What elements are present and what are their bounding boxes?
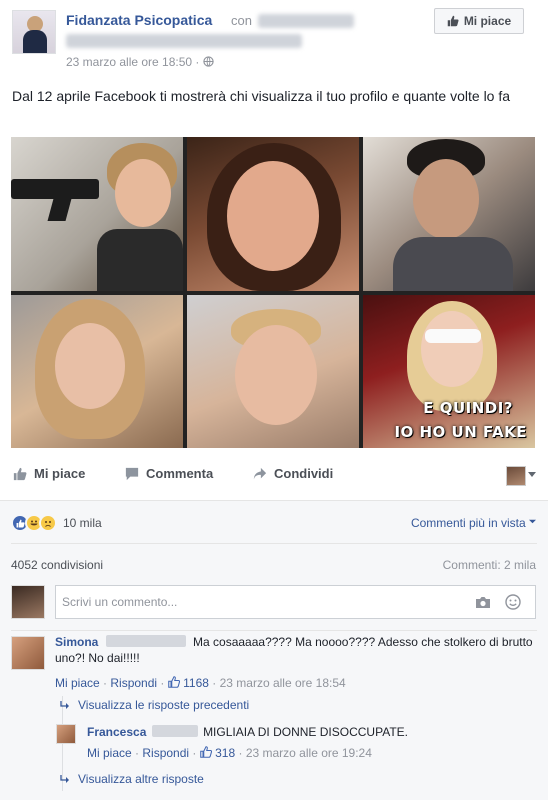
caret-down-icon <box>529 519 536 524</box>
globe-icon <box>203 56 214 67</box>
share-as-avatar[interactable] <box>506 466 526 486</box>
like-page-button[interactable]: Mi piace <box>434 8 524 34</box>
reply-arrow-icon <box>60 700 69 709</box>
reply-meta: Mi piace · Rispondi · 318 · 23 marzo all… <box>87 746 372 760</box>
view-previous-replies-label: Visualizza le risposte precedenti <box>78 698 250 712</box>
comment-meta: Mi piace · Rispondi · 1168 · 23 marzo al… <box>55 676 346 690</box>
comment-sort-label: Commenti più in vista <box>410 516 526 530</box>
figure-face <box>421 311 483 387</box>
post-text: Dal 12 aprile Facebook ti mostrerà chi v… <box>12 88 511 104</box>
reply-author[interactable]: Francesca <box>87 725 146 739</box>
post-timestamp[interactable]: 23 marzo alle ore 18:50 · <box>66 55 214 69</box>
meme-caption-line-2: IO HO UN FAKE <box>394 423 527 441</box>
share-label: Condividi <box>274 466 334 481</box>
blurred-author-surname <box>151 725 198 737</box>
facebook-post: Fidanzata Psicopatica con 23 marzo alle … <box>0 0 548 800</box>
page-name-link[interactable]: Fidanzata Psicopatica <box>66 12 212 28</box>
like-page-label: Mi piace <box>463 14 512 28</box>
reactions-summary[interactable]: 10 mila <box>11 514 102 532</box>
figure-clothing <box>393 237 513 291</box>
blurred-tagged-names-line <box>66 34 302 48</box>
meme-caption-line-1: E QUINDI? <box>423 399 513 417</box>
reply-arrow-icon <box>60 774 69 783</box>
thumbs-up-icon <box>167 676 180 688</box>
sunglasses-shape <box>425 329 481 343</box>
collage-image-6: E QUINDI? IO HO UN FAKE <box>363 295 535 448</box>
figure-clothing <box>97 229 183 291</box>
separator: · <box>160 676 165 690</box>
shares-count[interactable]: 4052 condivisioni <box>11 558 103 572</box>
like-post-button[interactable]: Mi piace <box>12 466 85 481</box>
separator: · <box>135 746 140 760</box>
camera-icon[interactable] <box>475 596 491 609</box>
comment-body: Simona Ma cosaaaaa???? Ma noooo???? Ades… <box>55 634 535 666</box>
post-image-collage[interactable]: E QUINDI? IO HO UN FAKE <box>11 137 535 448</box>
like-post-label: Mi piace <box>34 466 86 481</box>
avatar-figure-body <box>23 30 47 53</box>
tagged-connector: con <box>231 13 252 28</box>
divider <box>11 543 537 544</box>
comment-like-link[interactable]: Mi piace <box>55 676 100 690</box>
comment-like-count[interactable]: 1168 <box>183 676 209 690</box>
comment-label: Commenta <box>146 466 214 481</box>
thumbs-up-icon <box>13 467 27 480</box>
share-arrow-icon <box>253 467 267 479</box>
reply-body: Francesca MIGLIAIA DI DONNE DISOCCUPATE. <box>87 724 535 740</box>
thumbs-up-icon <box>199 746 212 758</box>
comment-icon <box>125 467 139 480</box>
thumbs-up-icon <box>447 15 459 27</box>
blurred-author-surname <box>105 635 186 647</box>
reply-like-link[interactable]: Mi piace <box>87 746 132 760</box>
view-more-replies-label: Visualizza altre risposte <box>78 772 204 786</box>
comment-input[interactable] <box>62 595 442 609</box>
blurred-tagged-name <box>258 14 354 28</box>
divider <box>11 630 537 631</box>
figure-face <box>115 159 171 227</box>
collage-image-2 <box>187 137 359 291</box>
view-previous-replies[interactable]: Visualizza le risposte precedenti <box>60 698 249 712</box>
reply-like-count[interactable]: 318 <box>215 746 235 760</box>
comment-composer[interactable] <box>55 585 536 619</box>
comment-author[interactable]: Simona <box>55 635 98 649</box>
separator: · <box>103 676 108 690</box>
avatar[interactable] <box>11 636 45 670</box>
separator: · <box>192 746 197 760</box>
comments-count[interactable]: Commenti: 2 mila <box>443 558 536 572</box>
figure-face <box>55 323 125 409</box>
avatar[interactable] <box>11 585 45 619</box>
figure-face <box>227 161 319 271</box>
collage-image-5 <box>187 295 359 448</box>
timestamp-text: 23 marzo alle ore 18:50 · <box>66 55 203 69</box>
separator: · <box>212 676 217 690</box>
collage-image-1 <box>11 137 183 291</box>
view-more-replies[interactable]: Visualizza altre risposte <box>60 772 204 786</box>
comment-sort-dropdown[interactable]: Commenti più in vista <box>411 516 536 530</box>
smiley-icon[interactable] <box>505 594 521 610</box>
separator: · <box>238 746 243 760</box>
comment-time[interactable]: 23 marzo alle ore 18:54 <box>220 676 346 690</box>
share-button[interactable]: Condividi <box>252 466 333 481</box>
sad-reaction-icon <box>39 514 57 532</box>
figure-face <box>235 325 317 425</box>
avatar[interactable] <box>56 724 76 744</box>
collage-image-3 <box>363 137 535 291</box>
caret-down-icon[interactable] <box>528 472 536 477</box>
post-header: Fidanzata Psicopatica con 23 marzo alle … <box>12 8 536 69</box>
comment-reply-link[interactable]: Rispondi <box>110 676 157 690</box>
figure-face <box>413 159 479 239</box>
page-avatar[interactable] <box>12 10 56 54</box>
reply-reply-link[interactable]: Rispondi <box>142 746 189 760</box>
reactions-count[interactable]: 10 mila <box>63 516 102 530</box>
collage-image-4 <box>11 295 183 448</box>
post-action-bar: Mi piace Commenta Condividi <box>12 466 536 492</box>
reply-text: MIGLIAIA DI DONNE DISOCCUPATE. <box>203 725 408 739</box>
reply-time[interactable]: 23 marzo alle ore 19:24 <box>246 746 372 760</box>
comment-button[interactable]: Commenta <box>124 466 213 481</box>
